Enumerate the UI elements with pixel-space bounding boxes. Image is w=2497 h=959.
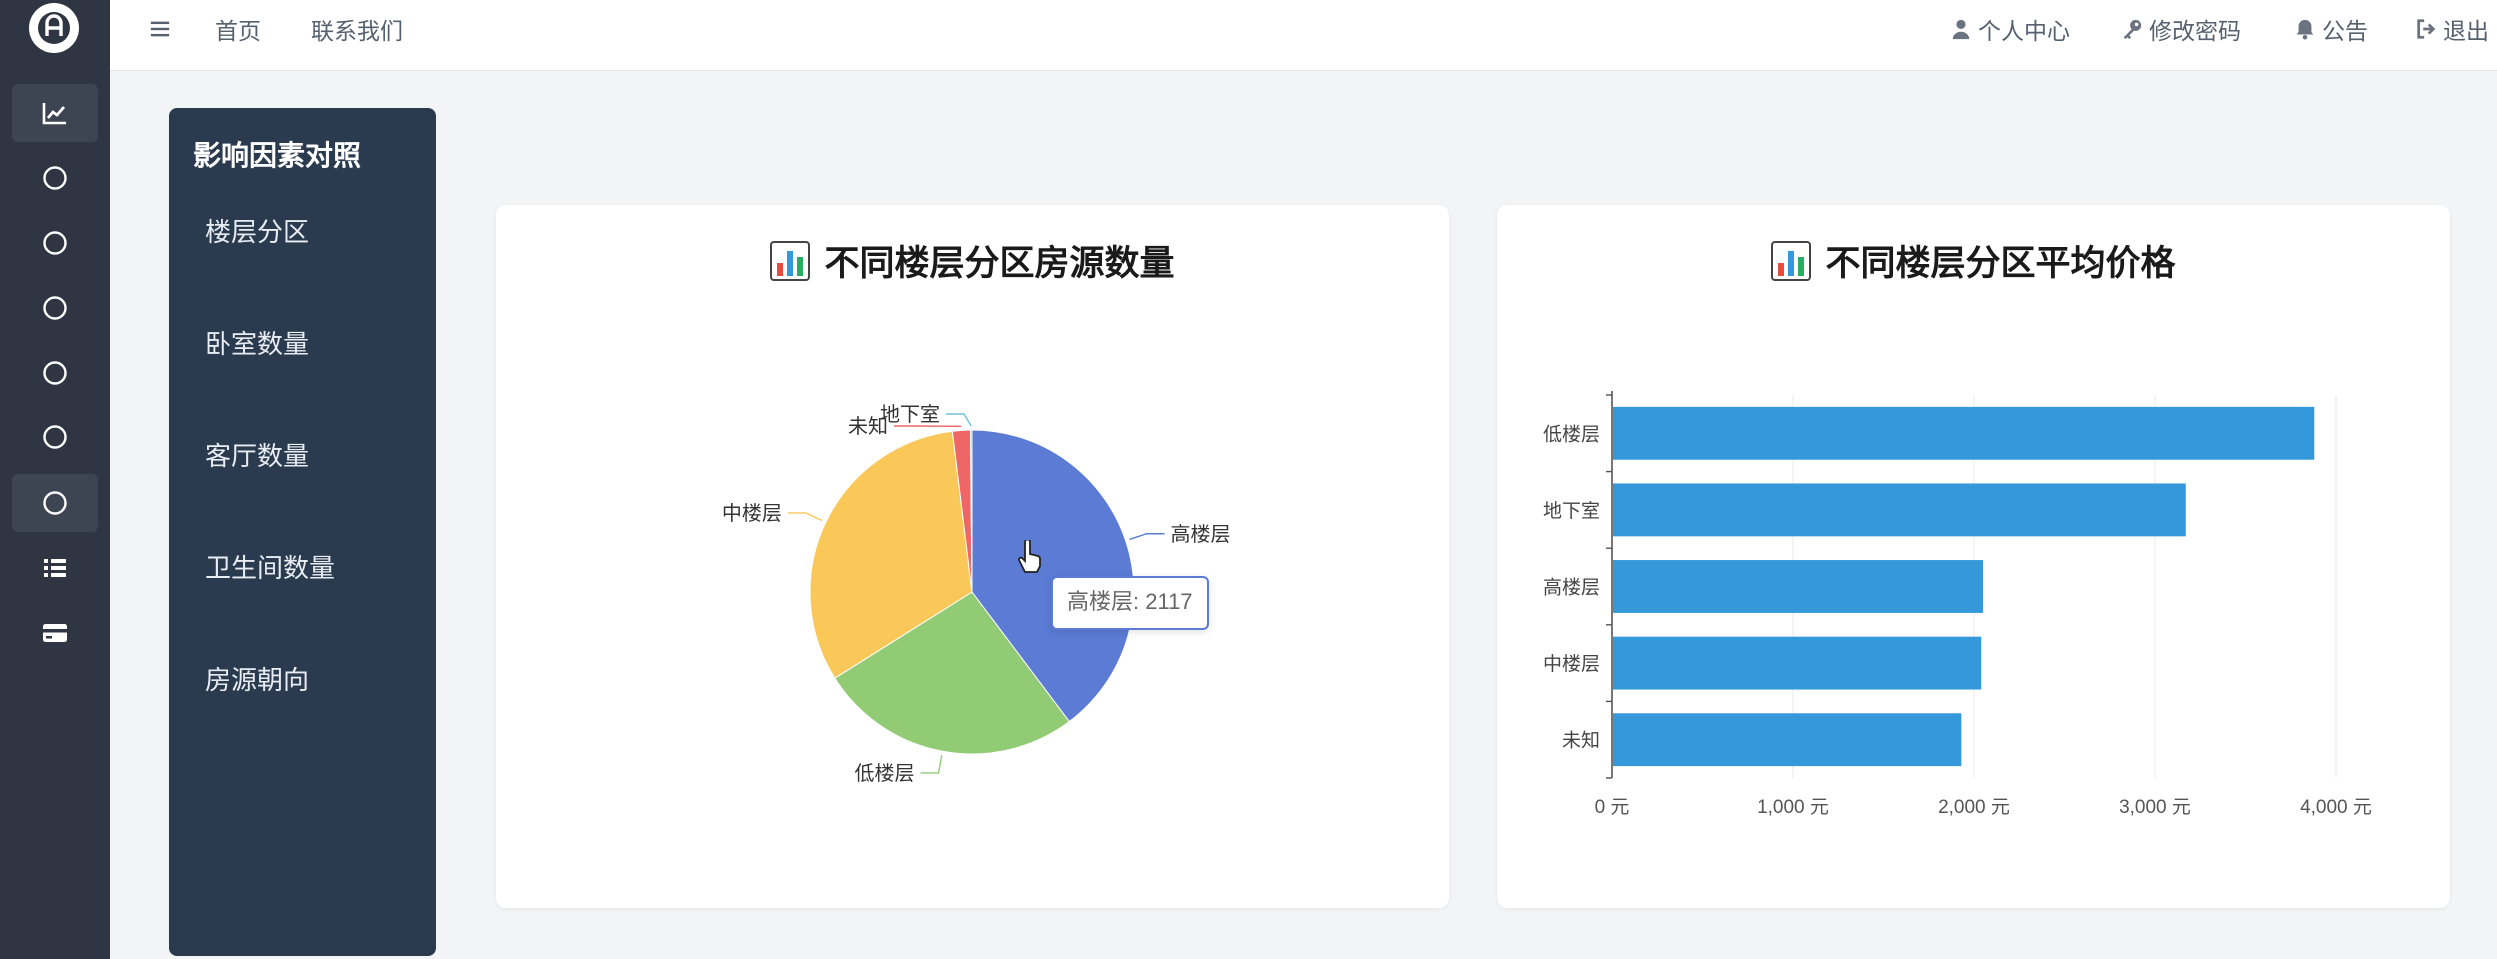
- circle-icon: [43, 166, 67, 190]
- bar-chart-title-text: 不同楼层分区平均价格: [1825, 244, 2176, 283]
- profile-label: 个人中心: [1978, 18, 2070, 44]
- factor-menu-panel: 影响因素对照 楼层分区 卧室数量 客厅数量 卫生间数量 房源朝向: [169, 108, 436, 956]
- menu-item-livingroom-count[interactable]: 客厅数量: [205, 436, 309, 473]
- bar-1[interactable]: [1613, 406, 2315, 460]
- circle-icon: [43, 231, 67, 255]
- menu-toggle-button[interactable]: [144, 13, 176, 45]
- logout-link[interactable]: 退出: [2415, 12, 2489, 46]
- top-bar: 首页 联系我们 个人中心 修改密码 公告 退出: [110, 0, 2497, 71]
- pie-chart: 高楼层低楼层中楼层未知地下室: [722, 403, 1231, 785]
- bar-chart-title: 不同楼层分区平均价格: [1497, 235, 2450, 286]
- factor-menu-title: 影响因素对照: [193, 140, 362, 171]
- rail-item-4[interactable]: [12, 279, 98, 337]
- user-icon: [1952, 19, 1970, 40]
- y-tick-label: 地下室: [1543, 500, 1600, 522]
- rail-item-6[interactable]: [12, 408, 98, 466]
- sign-out-icon: [2417, 19, 2436, 39]
- app-logo[interactable]: [29, 3, 79, 53]
- pie-chart-card: 高楼层 低楼层 中楼层 未知 地下室 不同楼层分区房源数量 高楼层: 2117: [496, 205, 1449, 908]
- circle-icon: [43, 425, 67, 449]
- y-tick-label: 高楼层: [1543, 577, 1600, 599]
- y-tick-label: 未知: [1562, 730, 1600, 752]
- rail-item-2[interactable]: [12, 149, 98, 207]
- bell-icon: [2296, 19, 2314, 40]
- rail-item-5[interactable]: [12, 344, 98, 402]
- x-tick-label: 4,000 元: [2300, 797, 2372, 818]
- menu-item-floor-zone[interactable]: 楼层分区: [205, 212, 309, 249]
- menu-item-bedroom-count[interactable]: 卧室数量: [205, 324, 309, 361]
- change-password-label: 修改密码: [2149, 18, 2241, 44]
- pie-label-line-2: [920, 755, 943, 774]
- logo-icon: [38, 12, 70, 44]
- x-tick-label: 1,000 元: [1757, 797, 1829, 818]
- list-icon: [44, 559, 66, 577]
- hamburger-icon: [150, 21, 170, 37]
- menu-item-orientation[interactable]: 房源朝向: [205, 660, 309, 697]
- bar-chart: 0 元 1,000 元 2,000 元 3,000 元 4,000 元 低楼层地下室高楼层…: [1543, 391, 2372, 818]
- pie-label-5: 地下室: [880, 403, 940, 426]
- hand-cursor-icon: [1018, 540, 1041, 573]
- pie-label-line-5: [946, 413, 972, 427]
- bar-3[interactable]: [1613, 560, 1984, 613]
- nav-contact-link[interactable]: 联系我们: [311, 12, 403, 46]
- notice-link[interactable]: 公告: [2294, 12, 2368, 46]
- rail-item-7[interactable]: [12, 474, 98, 532]
- logout-label: 退出: [2443, 18, 2489, 44]
- circle-icon: [43, 361, 67, 385]
- pie-label-line-1: [1129, 533, 1165, 541]
- bar-chart-icon: [770, 240, 811, 281]
- notice-label: 公告: [2322, 18, 2368, 44]
- circle-icon: [43, 296, 67, 320]
- pie-chart-title: 不同楼层分区房源数量: [496, 235, 1449, 286]
- pie-label-3: 中楼层: [722, 502, 782, 525]
- bar-2[interactable]: [1613, 483, 2186, 537]
- bar-5[interactable]: [1613, 713, 1962, 767]
- profile-link[interactable]: 个人中心: [1950, 12, 2070, 46]
- x-tick-label: 0 元: [1595, 797, 1630, 818]
- pie-label-2: 低楼层: [855, 762, 915, 785]
- pie-tooltip: 高楼层: 2117: [1051, 576, 1209, 630]
- x-tick-label: 2,000 元: [1938, 797, 2010, 818]
- nav-home-link[interactable]: 首页: [215, 12, 261, 46]
- bar-chart-icon: [1771, 240, 1812, 281]
- pie-label-1: 高楼层: [1171, 523, 1231, 546]
- bar-chart-card: 0 元 1,000 元 2,000 元 3,000 元 4,000 元 低楼层地下室高楼层…: [1497, 205, 2450, 908]
- menu-item-bathroom-count[interactable]: 卫生间数量: [205, 548, 335, 585]
- change-password-link[interactable]: 修改密码: [2121, 12, 2241, 46]
- x-tick-label: 3,000 元: [2119, 797, 2191, 818]
- pie-chart-title-text: 不同楼层分区房源数量: [824, 244, 1175, 283]
- rail-item-8[interactable]: [12, 539, 98, 597]
- y-tick-label: 中楼层: [1543, 653, 1600, 675]
- line-chart-icon: [42, 103, 66, 125]
- icon-rail: [0, 0, 110, 959]
- rail-item-9[interactable]: [12, 604, 98, 662]
- pie-label-line-3: [787, 512, 823, 522]
- circle-icon: [43, 491, 67, 515]
- y-tick-label: 低楼层: [1543, 423, 1600, 445]
- rail-item-1[interactable]: [12, 84, 98, 142]
- bar-4[interactable]: [1613, 636, 1982, 690]
- card-icon: [43, 624, 67, 642]
- key-icon: [2123, 19, 2142, 40]
- rail-item-3[interactable]: [12, 214, 98, 272]
